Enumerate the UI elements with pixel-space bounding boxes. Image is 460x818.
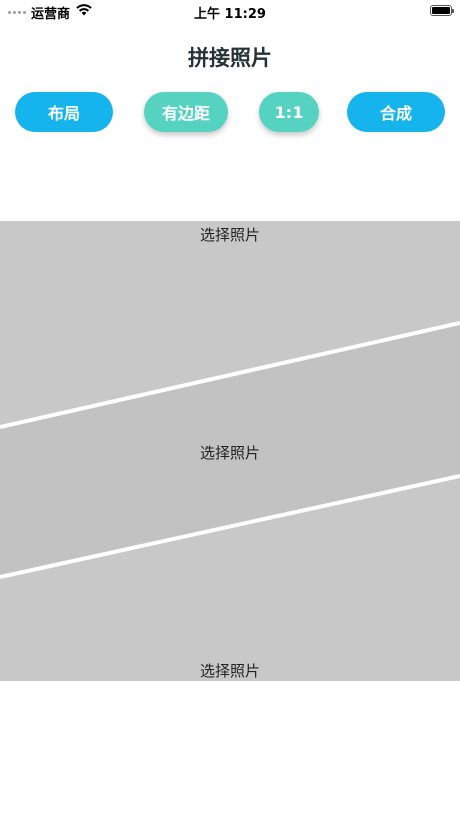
spacing-toggle-button[interactable]: 有边距 — [144, 92, 228, 132]
select-photo-label-2[interactable]: 选择照片 — [0, 442, 460, 463]
layout-button[interactable]: 布局 — [15, 92, 113, 132]
select-photo-label-1[interactable]: 选择照片 — [0, 224, 460, 245]
status-bar: 运营商 上午 11:29 — [0, 0, 460, 24]
battery-icon — [430, 5, 454, 16]
status-time: 上午 11:29 — [194, 7, 266, 22]
collage-canvas: 选择照片 选择照片 选择照片 — [0, 221, 460, 681]
aspect-ratio-button[interactable]: 1:1 — [259, 92, 319, 132]
compose-button[interactable]: 合成 — [347, 92, 445, 132]
page-title: 拼接照片 — [188, 46, 272, 70]
select-photo-label-3[interactable]: 选择照片 — [0, 660, 460, 681]
